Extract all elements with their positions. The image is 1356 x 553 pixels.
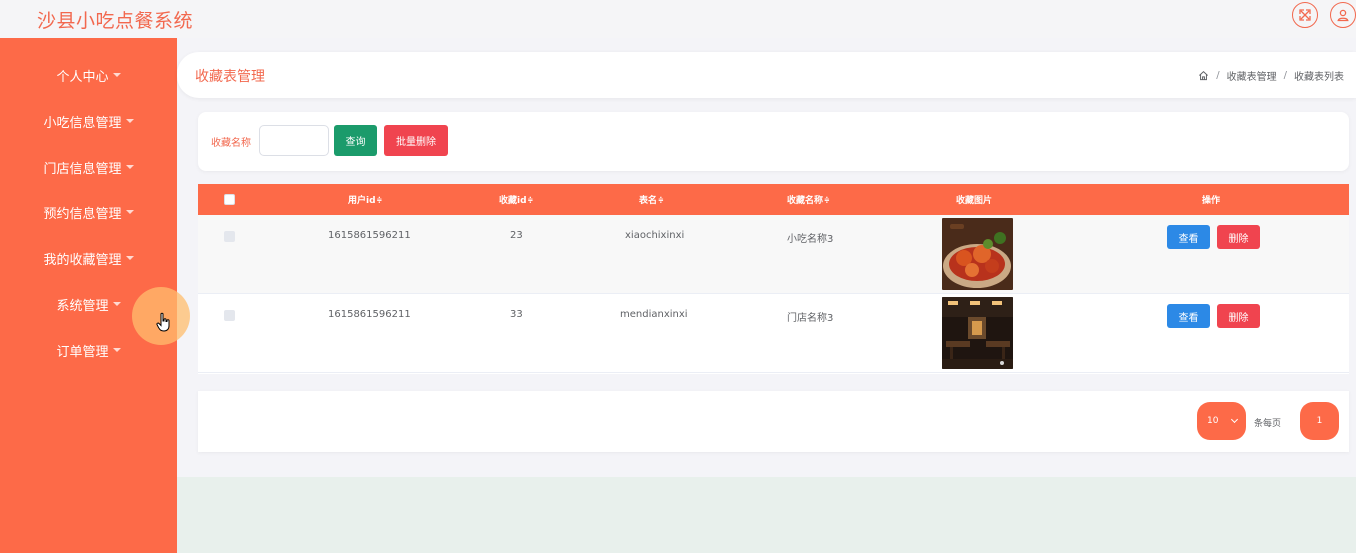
sidebar-item-label: 订单管理 — [56, 344, 109, 360]
breadcrumb: / 收藏表管理 / 收藏表列表 — [1198, 68, 1344, 83]
breadcrumb-item: 收藏表列表 — [1294, 72, 1344, 83]
store-thumbnail[interactable] — [942, 297, 1013, 369]
sidebar-item-snack-info[interactable]: 小吃信息管理 — [0, 106, 177, 136]
breadcrumb-separator: / — [1283, 70, 1287, 81]
food-thumbnail[interactable] — [942, 218, 1013, 290]
view-button[interactable]: 查看 — [1167, 304, 1210, 328]
sidebar-item-reservation-info[interactable]: 预约信息管理 — [0, 197, 177, 227]
column-header-fav-name[interactable]: 收藏名称≑ — [787, 193, 830, 206]
hand-cursor-icon — [156, 312, 172, 332]
sidebar-item-label: 个人中心 — [56, 69, 109, 85]
pagination: 10 条每页 1 — [198, 391, 1349, 452]
view-button[interactable]: 查看 — [1167, 225, 1210, 249]
chevron-down-icon — [1230, 415, 1239, 424]
caret-down-icon — [112, 348, 121, 352]
column-header-table-name[interactable]: 表名≑ — [639, 193, 664, 206]
sidebar-item-label: 预约信息管理 — [43, 206, 122, 222]
caret-down-icon — [125, 210, 134, 214]
cell-fav-id: 23 — [510, 230, 523, 241]
column-header-actions: 操作 — [1202, 196, 1221, 206]
app-title: 沙县小吃点餐系统 — [37, 10, 194, 32]
sidebar-item-label: 我的收藏管理 — [43, 252, 122, 268]
cell-fav-name: 小吃名称3 — [787, 234, 834, 245]
delete-button[interactable]: 删除 — [1217, 225, 1260, 249]
sidebar-item-store-info[interactable]: 门店信息管理 — [0, 152, 177, 182]
batch-delete-button[interactable]: 批量删除 — [384, 125, 448, 156]
caret-down-icon — [112, 302, 121, 306]
table-row: 1615861596211 23 xiaochixinxi 小吃名称3 查看 删… — [198, 215, 1349, 294]
sidebar-item-label: 系统管理 — [56, 298, 109, 314]
sidebar-item-label: 门店信息管理 — [43, 161, 122, 177]
row-checkbox[interactable] — [224, 310, 235, 321]
cell-table-name: xiaochixinxi — [625, 230, 685, 241]
caret-down-icon — [125, 256, 134, 260]
search-input[interactable] — [259, 125, 329, 156]
sort-icon: ≑ — [658, 196, 664, 204]
table-row: 1615861596211 33 mendianxinxi 门店名称3 查看 删… — [198, 294, 1349, 373]
sidebar-item-my-favorites[interactable]: 我的收藏管理 — [0, 243, 177, 273]
cell-user-id: 1615861596211 — [328, 309, 411, 320]
sidebar-item-personal-center[interactable]: 个人中心 — [0, 60, 177, 90]
select-all-checkbox[interactable] — [224, 194, 235, 205]
page-header: 收藏表管理 / 收藏表管理 / 收藏表列表 — [177, 52, 1356, 98]
user-icon[interactable] — [1330, 2, 1356, 28]
cell-user-id: 1615861596211 — [328, 230, 411, 241]
query-button[interactable]: 查询 — [334, 125, 377, 156]
sort-icon: ≑ — [824, 196, 830, 204]
page-size-select[interactable]: 10 — [1197, 402, 1246, 440]
page-title: 收藏表管理 — [195, 69, 265, 85]
sort-icon: ≑ — [527, 196, 534, 204]
cell-fav-id: 33 — [510, 309, 523, 320]
sort-icon: ≑ — [376, 196, 383, 204]
cell-fav-name: 门店名称3 — [787, 313, 834, 324]
search-label: 收藏名称 — [211, 138, 251, 149]
row-checkbox[interactable] — [224, 231, 235, 242]
search-panel: 收藏名称 查询 批量删除 — [198, 112, 1349, 171]
column-header-fav-image: 收藏图片 — [956, 196, 993, 206]
top-bar: 沙县小吃点餐系统 — [0, 0, 1356, 38]
breadcrumb-separator: / — [1216, 70, 1220, 81]
home-icon[interactable] — [1198, 70, 1209, 81]
fullscreen-icon[interactable] — [1292, 2, 1318, 28]
column-header-user-id[interactable]: 用户id≑ — [348, 193, 382, 206]
page-size-value: 10 — [1207, 416, 1219, 426]
caret-down-icon — [125, 165, 134, 169]
caret-down-icon — [112, 73, 121, 77]
sidebar-item-label: 小吃信息管理 — [43, 115, 122, 131]
favorites-table: 用户id≑ 收藏id≑ 表名≑ 收藏名称≑ 收藏图片 操作 1615861596… — [198, 184, 1349, 374]
delete-button[interactable]: 删除 — [1217, 304, 1260, 328]
column-header-fav-id[interactable]: 收藏id≑ — [499, 193, 533, 206]
caret-down-icon — [125, 119, 134, 123]
page-number-button[interactable]: 1 — [1300, 402, 1339, 440]
table-header: 用户id≑ 收藏id≑ 表名≑ 收藏名称≑ 收藏图片 操作 — [198, 184, 1349, 215]
breadcrumb-item[interactable]: 收藏表管理 — [1227, 68, 1277, 83]
cell-table-name: mendianxinxi — [620, 309, 688, 320]
per-page-label: 条每页 — [1254, 419, 1282, 429]
footer-area — [177, 477, 1356, 553]
